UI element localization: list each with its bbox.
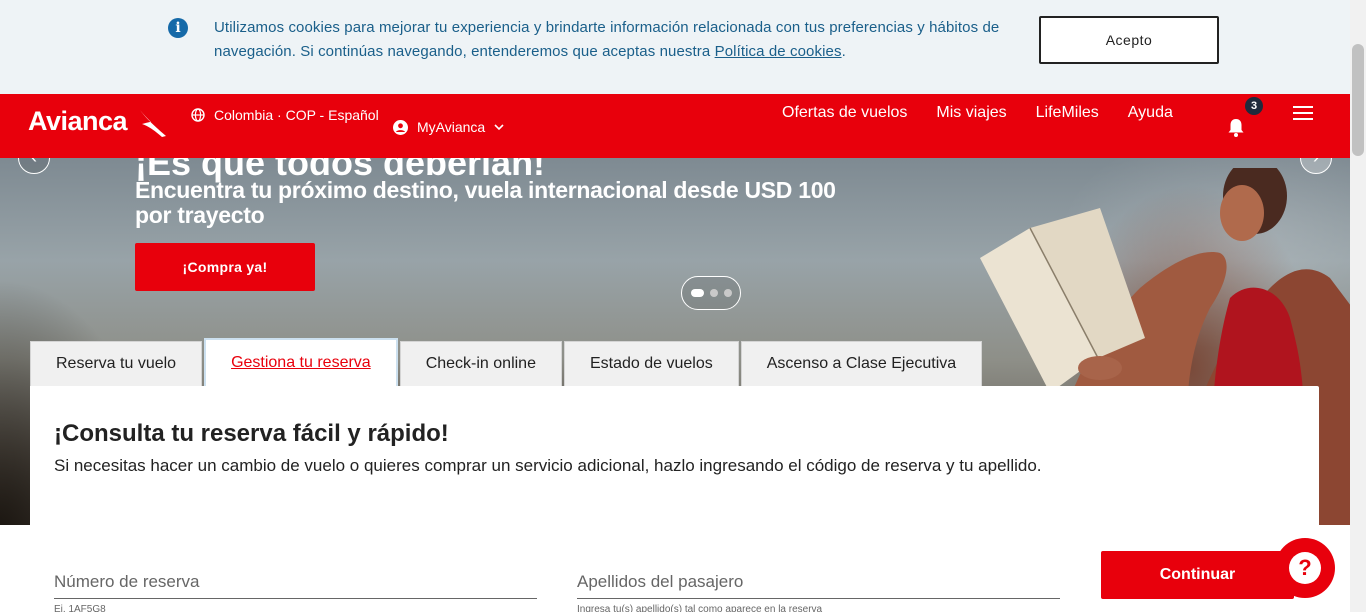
help-chat-button[interactable]: ? <box>1275 538 1335 598</box>
manage-booking-panel: ¡Consulta tu reserva fácil y rápido! Si … <box>30 386 1319 612</box>
globe-icon <box>191 108 205 122</box>
passenger-lastname-label: Apellidos del pasajero <box>577 572 1060 599</box>
site-header: Avianca Colombia · COP - Español MyAvian… <box>0 94 1350 158</box>
user-icon <box>393 119 408 135</box>
hamburger-menu-icon[interactable] <box>1293 106 1313 120</box>
cookie-message: Utilizamos cookies para mejorar tu exper… <box>214 16 1004 64</box>
myavianca-label: MyAvianca <box>417 119 486 135</box>
panel-title: ¡Consulta tu reserva fácil y rápido! <box>54 420 449 447</box>
tab-check-in-online[interactable]: Check-in online <box>399 341 562 386</box>
bird-logo-icon <box>140 110 166 137</box>
reservation-number-field[interactable]: Número de reserva Ej. 1AF5G8 <box>54 572 537 612</box>
panel-description: Si necesitas hacer un cambio de vuelo o … <box>54 456 1042 475</box>
reservation-number-label: Número de reserva <box>54 572 537 599</box>
main-nav: Ofertas de vuelos Mis viajes LifeMiles A… <box>782 104 1202 122</box>
booking-tabs: Reserva tu vuelo Gestiona tu reserva Che… <box>30 338 984 386</box>
region-label: Colombia · COP - Español <box>214 107 379 123</box>
nav-mis-viajes[interactable]: Mis viajes <box>936 104 1006 122</box>
tab-reserva-tu-vuelo[interactable]: Reserva tu vuelo <box>30 341 203 386</box>
myavianca-menu[interactable]: MyAvianca <box>393 119 504 135</box>
carousel-prev-icon[interactable]: ‹ <box>18 158 50 174</box>
nav-ofertas-de-vuelos[interactable]: Ofertas de vuelos <box>782 104 907 122</box>
nav-lifemiles[interactable]: LifeMiles <box>1036 104 1099 122</box>
region-selector[interactable]: Colombia · COP - Español <box>191 107 379 123</box>
chevron-down-icon <box>494 124 504 131</box>
tab-gestiona-tu-reserva[interactable]: Gestiona tu reserva <box>204 338 398 386</box>
cookie-text: Utilizamos cookies para mejorar tu exper… <box>214 19 1000 60</box>
reservation-number-hint: Ej. 1AF5G8 <box>54 604 106 612</box>
tab-ascenso-clase-ejecutiva[interactable]: Ascenso a Clase Ejecutiva <box>740 341 983 386</box>
scrollbar-thumb[interactable] <box>1352 44 1364 156</box>
avianca-logo[interactable]: Avianca <box>28 106 128 137</box>
carousel-dot-1[interactable] <box>690 289 704 297</box>
cookie-text-end: . <box>841 43 846 60</box>
notifications-bell-icon[interactable] <box>1226 116 1246 138</box>
continue-button[interactable]: Continuar <box>1101 551 1294 599</box>
accept-cookies-button[interactable]: Acepto <box>1039 16 1219 64</box>
hero-subtitle: Encuentra tu próximo destino, vuela inte… <box>135 177 836 228</box>
cookie-banner: i Utilizamos cookies para mejorar tu exp… <box>0 0 1350 94</box>
carousel-pagination <box>681 276 741 310</box>
carousel-dot-3[interactable] <box>723 289 732 297</box>
question-mark-icon: ? <box>1289 552 1321 584</box>
buy-now-button[interactable]: ¡Compra ya! <box>135 243 315 291</box>
passenger-lastname-hint: Ingresa tu(s) apellido(s) tal como apare… <box>577 604 823 612</box>
carousel-dot-2[interactable] <box>709 289 718 297</box>
info-icon: i <box>168 18 188 38</box>
tab-estado-de-vuelos[interactable]: Estado de vuelos <box>563 341 739 386</box>
cookie-policy-link[interactable]: Política de cookies <box>715 43 842 60</box>
notification-badge: 3 <box>1245 97 1263 115</box>
passenger-lastname-field[interactable]: Apellidos del pasajero Ingresa tu(s) ape… <box>577 572 1060 612</box>
page-scrollbar[interactable] <box>1350 0 1366 612</box>
nav-ayuda[interactable]: Ayuda <box>1128 104 1173 122</box>
